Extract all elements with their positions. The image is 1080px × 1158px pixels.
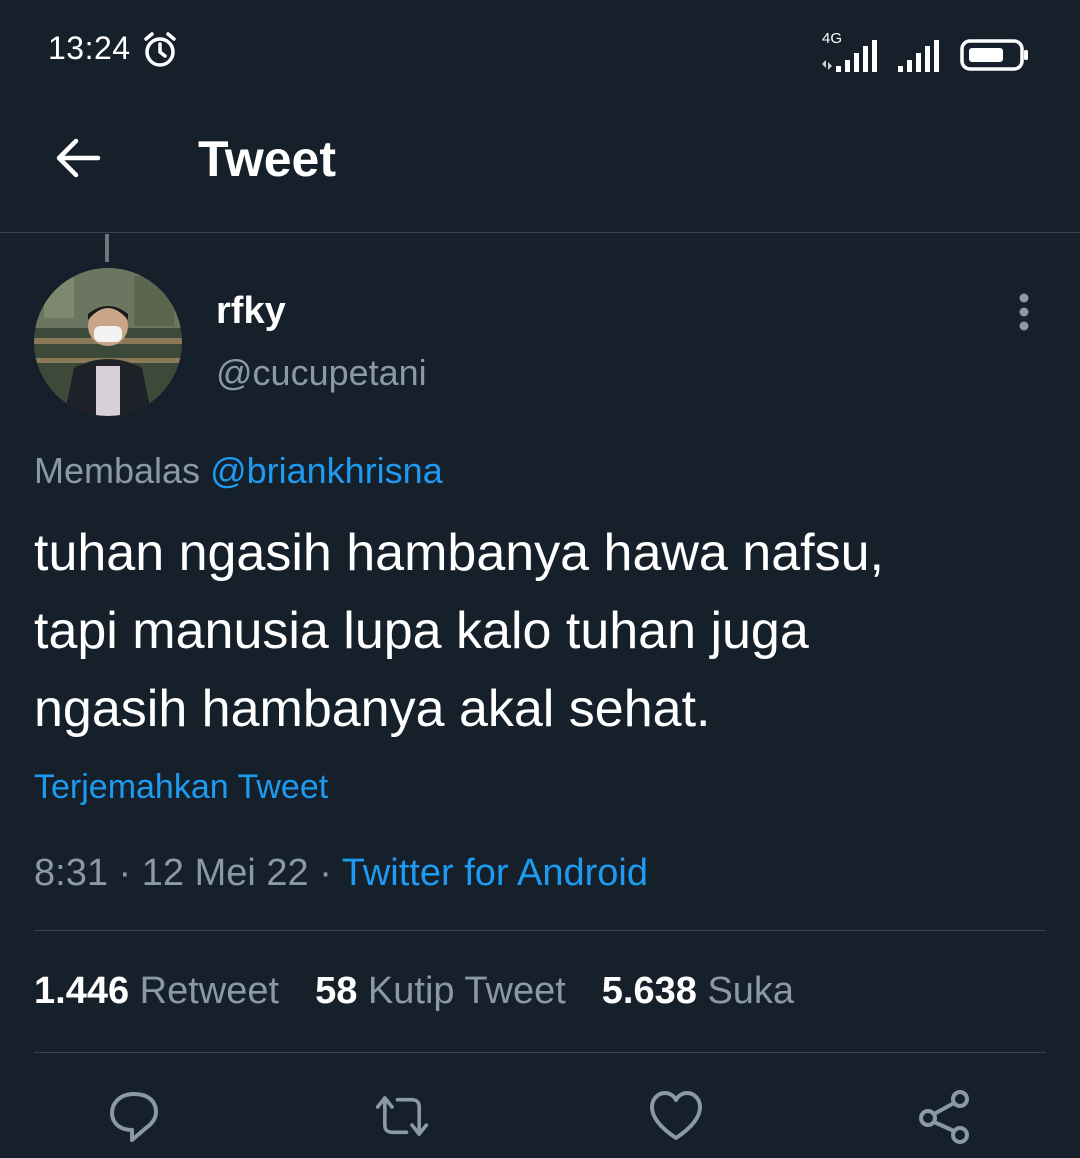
tweet-text-line: tapi manusia lupa kalo tuhan juga — [34, 602, 809, 660]
share-icon[interactable] — [916, 1088, 972, 1144]
arrow-left-icon[interactable] — [52, 132, 104, 184]
meta-separator: · — [118, 852, 132, 894]
author-handle[interactable]: @cucupetani — [216, 352, 427, 394]
alarm-icon — [144, 32, 176, 67]
reply-mention-link[interactable]: @briankhrisna — [210, 450, 443, 491]
signal-icon — [822, 40, 877, 72]
tweet-date: 12 Mei 22 — [141, 852, 309, 894]
translate-tweet-link[interactable]: Terjemahkan Tweet — [34, 768, 328, 807]
retweets-count: 1.446 — [34, 970, 130, 1012]
likes-label: Suka — [707, 970, 795, 1012]
tweet-text-line: ngasih hambanya akal sehat. — [34, 680, 711, 738]
avatar[interactable] — [34, 268, 182, 416]
retweets-stat[interactable]: 1.446 Retweet — [34, 970, 279, 1013]
more-options-icon[interactable] — [1004, 290, 1044, 334]
divider — [34, 930, 1046, 931]
battery-icon — [960, 39, 1028, 71]
tweet-action-bar — [0, 1088, 1080, 1148]
quotes-count: 58 — [315, 970, 358, 1012]
signal-icon — [898, 40, 939, 72]
quotes-label: Kutip Tweet — [367, 970, 566, 1012]
top-app-bar: Tweet — [0, 100, 1080, 233]
thread-connector-line — [105, 234, 109, 262]
engagement-stats: 1.446 Retweet 58 Kutip Tweet 5.638 Suka — [34, 970, 794, 1013]
system-icons — [820, 28, 1030, 72]
tweet-time: 8:31 — [34, 852, 108, 894]
tweet-text: tuhan ngasih hambanya hawa nafsu, tapi m… — [34, 514, 1044, 748]
page-title: Tweet — [198, 131, 336, 187]
quotes-stat[interactable]: 58 Kutip Tweet — [315, 970, 566, 1013]
meta-separator: · — [319, 852, 332, 894]
like-icon[interactable] — [648, 1088, 704, 1144]
tweet-metadata: 8:31 · 12 Mei 22 · Twitter for Android — [34, 852, 648, 895]
status-clock: 13:24 — [48, 30, 131, 66]
retweet-icon[interactable] — [374, 1088, 430, 1144]
reply-label: Membalas — [34, 450, 201, 491]
likes-count: 5.638 — [601, 970, 697, 1012]
avatar-photo — [34, 268, 182, 416]
likes-stat[interactable]: 5.638 Suka — [602, 970, 794, 1013]
reply-context: Membalas @briankhrisna — [34, 450, 443, 492]
retweets-label: Retweet — [139, 970, 280, 1012]
divider — [34, 1052, 1046, 1053]
tweet-detail-screen: 13:24 4G Tweet rfky @cucupetani Membalas… — [0, 0, 1080, 1158]
reply-icon[interactable] — [106, 1088, 162, 1144]
tweet-source-link[interactable]: Twitter for Android — [342, 852, 648, 894]
author-display-name[interactable]: rfky — [216, 290, 286, 333]
tweet-text-line: tuhan ngasih hambanya hawa nafsu, — [34, 524, 884, 582]
status-bar: 13:24 4G — [0, 0, 1080, 100]
